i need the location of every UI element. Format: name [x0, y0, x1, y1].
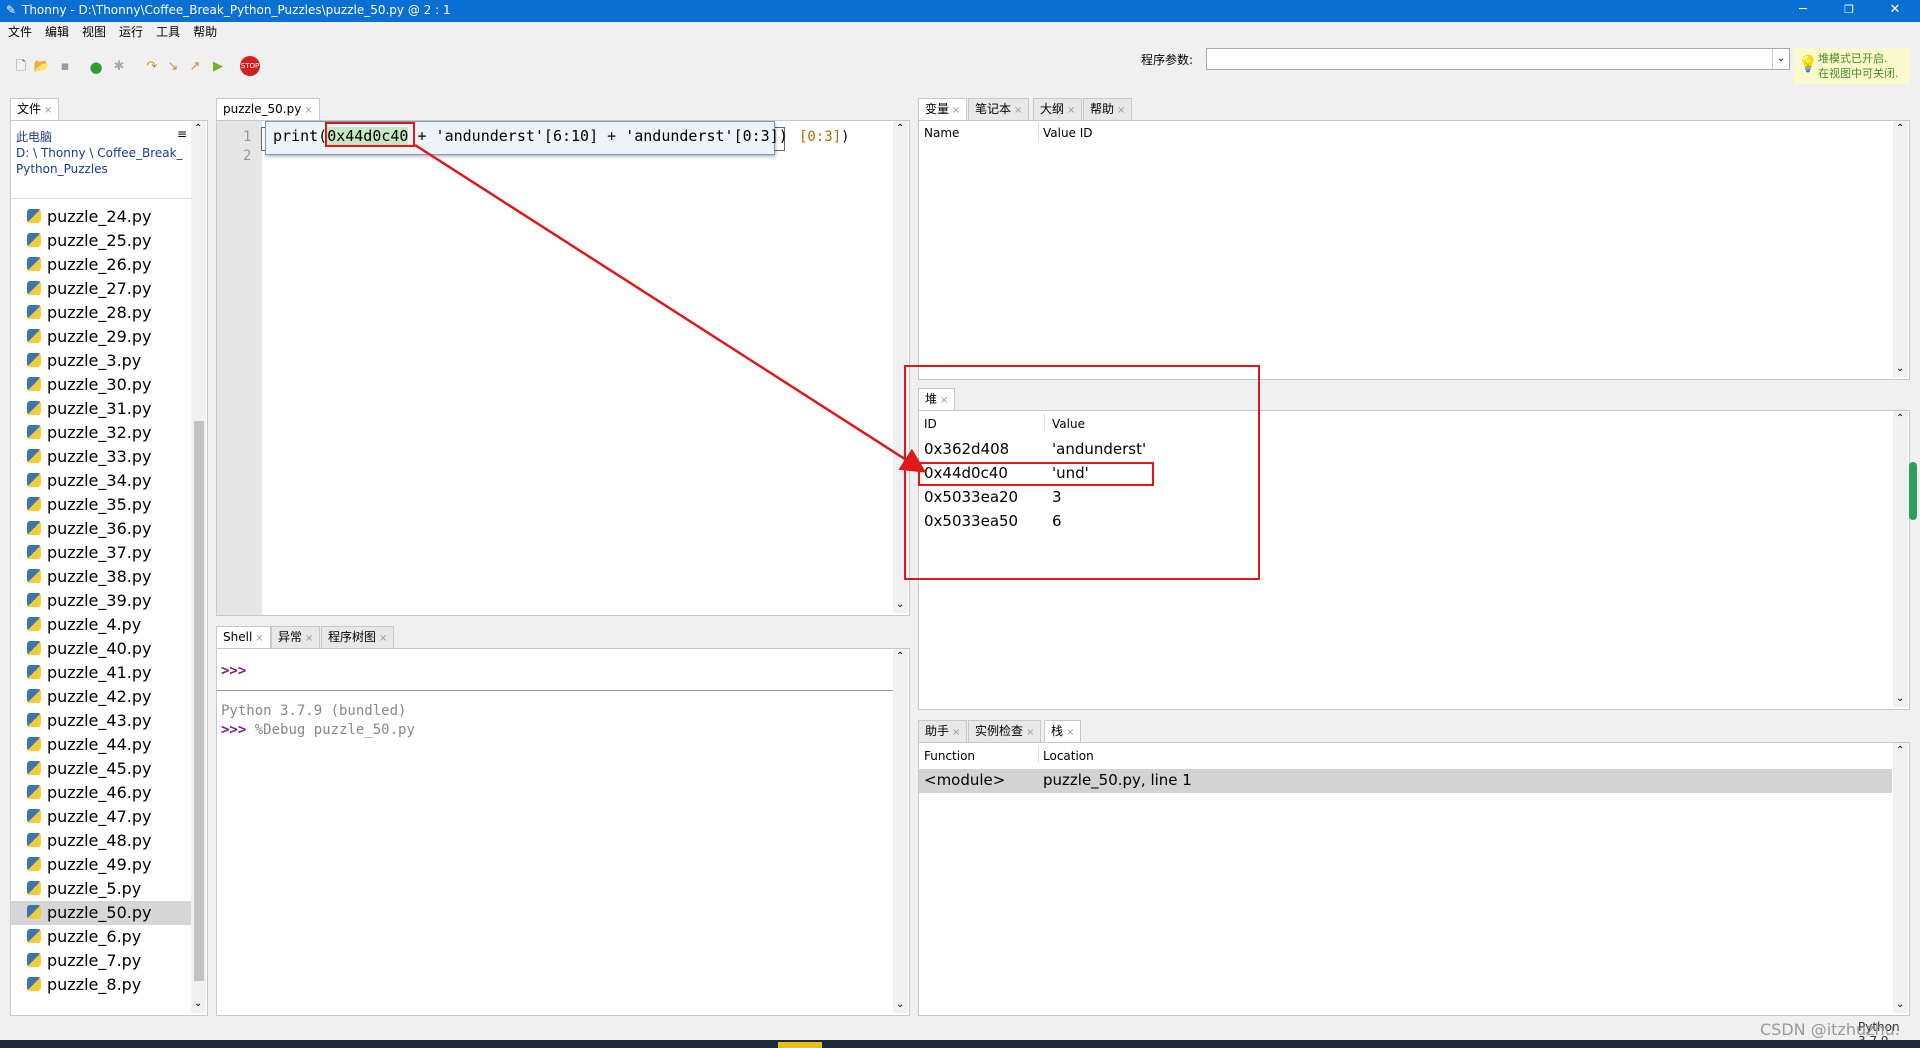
annotation-arrow — [414, 143, 927, 473]
